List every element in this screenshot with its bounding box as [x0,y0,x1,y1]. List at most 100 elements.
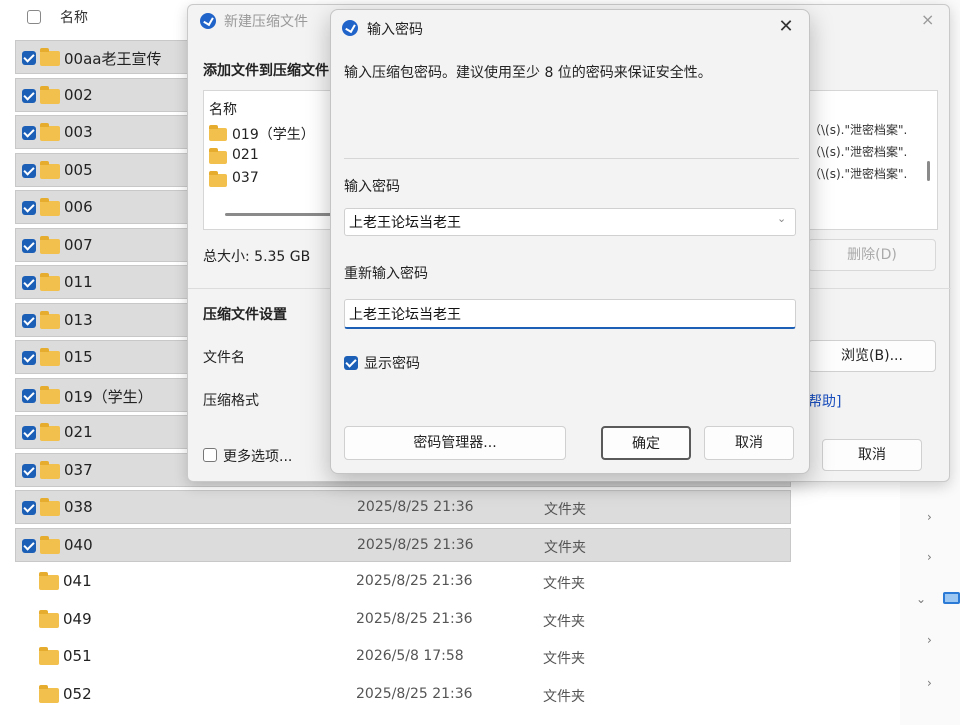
chevron-right-icon[interactable]: › [927,633,932,647]
file-type: 文件夹 [544,502,586,518]
table-row[interactable]: 038 2025/8/25 21:36 文件夹 [15,490,791,524]
row-checkbox[interactable] [22,88,36,103]
row-checkbox[interactable] [22,126,36,140]
table-row[interactable]: 051 2026/5/8 17:58 文件夹 [15,640,791,674]
folder-icon [40,235,60,254]
file-name: 021 [64,423,93,441]
folder-icon [40,48,60,66]
help-link[interactable]: 帮助] [808,391,841,411]
format-label: 压缩格式 [203,393,259,409]
rule-item: （\(s)."泄密档案". [809,167,908,181]
file-type: 文件夹 [543,576,585,592]
show-password-checkbox[interactable] [344,356,358,370]
folder-icon [39,572,59,590]
file-list-box[interactable]: 名称 019（学生） 021 037 [203,90,336,230]
folder-icon [40,498,60,516]
password-label: 输入密码 [344,179,400,195]
file-name: 003 [64,123,93,141]
modified-date: 2025/8/25 21:36 [357,499,474,515]
password-input[interactable] [344,208,796,236]
file-name: 015 [64,348,93,366]
table-row[interactable]: 041 2025/8/25 21:36 文件夹 [15,565,791,599]
modified-date: 2025/8/25 21:36 [356,610,473,627]
folder-icon [209,171,227,187]
ok-button[interactable]: 确定 [601,426,691,460]
file-name: 019（学生） [64,387,153,406]
horizontal-scrollbar[interactable] [225,213,335,216]
rule-item: （\(s)."泄密档案". [809,123,908,137]
chevron-right-icon[interactable]: › [927,550,932,564]
row-checkbox[interactable] [22,163,36,178]
row-checkbox[interactable] [22,238,36,253]
modified-date: 2025/8/25 21:36 [356,685,473,702]
rule-item: （\(s)."泄密档案". [809,145,908,159]
file-name: 00aa老王宣传 [64,50,162,68]
row-checkbox[interactable] [22,501,36,515]
chevron-right-icon[interactable]: › [927,510,932,524]
show-password-label[interactable]: 显示密码 [364,353,420,373]
file-name: 002 [64,85,93,104]
file-name: 052 [63,684,92,703]
computer-icon [943,592,960,604]
name-column-header[interactable]: 名称 [60,7,88,27]
file-name: 011 [64,273,93,291]
folder-icon [40,535,60,554]
row-checkbox[interactable] [22,388,36,403]
folder-icon [40,385,60,404]
table-row[interactable]: 040 2025/8/25 21:36 文件夹 [15,527,791,562]
reenter-password-label: 重新输入密码 [344,266,428,282]
file-name: 041 [63,572,92,590]
row-checkbox[interactable] [22,51,36,65]
file-list-header: 名称 [209,102,237,118]
password-dialog: 输入密码 ✕ 输入压缩包密码。建议使用至少 8 位的密码来保证安全性。 输入密码… [330,9,810,474]
close-icon[interactable]: × [921,10,934,29]
row-checkbox[interactable] [22,426,36,440]
file-name: 038 [64,498,93,516]
exclusion-rules-box[interactable]: （\(s)."泄密档案". （\(s)."泄密档案". （\(s)."泄密档案"… [808,90,938,230]
row-checkbox[interactable] [22,351,36,365]
app-logo-icon [342,20,358,36]
file-name: 051 [63,647,92,665]
folder-icon [40,273,60,291]
file-name: 005 [64,160,93,179]
reenter-password-input[interactable] [344,299,796,329]
row-checkbox[interactable] [22,276,36,290]
file-name: 037 [64,460,93,479]
more-options-label[interactable]: 更多选项... [223,446,292,466]
row-checkbox[interactable] [22,313,36,328]
folder-icon [40,460,60,479]
folder-icon [40,423,60,441]
file-type: 文件夹 [544,539,586,556]
table-row[interactable]: 052 2025/8/25 21:36 文件夹 [15,678,791,712]
chevron-right-icon[interactable]: › [927,676,932,690]
cancel-button[interactable]: 取消 [822,439,922,471]
select-all-checkbox[interactable] [27,10,41,24]
delete-button[interactable]: 删除(D) [808,239,936,271]
chevron-down-icon[interactable]: ⌄ [916,592,926,606]
chevron-down-icon[interactable]: ⌄ [777,212,786,225]
row-checkbox[interactable] [22,463,36,478]
browse-button[interactable]: 浏览(B)... [808,340,936,372]
folder-icon [40,123,60,141]
file-type: 文件夹 [543,613,585,630]
file-name: 049 [63,609,92,628]
password-manager-button[interactable]: 密码管理器... [344,426,566,460]
more-options-checkbox[interactable] [203,448,217,462]
folder-icon [40,198,60,216]
table-row[interactable]: 049 2025/8/25 21:36 文件夹 [15,603,791,637]
row-checkbox[interactable] [22,538,36,553]
app-logo-icon [200,13,216,29]
add-files-label: 添加文件到压缩文件 [203,63,329,79]
vertical-scrollbar[interactable] [927,161,930,181]
modified-date: 2026/5/8 17:58 [356,648,464,664]
close-icon[interactable]: ✕ [771,12,801,42]
divider [344,158,799,159]
file-type: 文件夹 [543,688,585,705]
cancel-button[interactable]: 取消 [704,426,794,460]
dialog-title: 输入密码 [367,22,423,38]
file-name: 040 [64,535,93,554]
total-size: 总大小: 5.35 GB [203,249,311,265]
dialog-title: 新建压缩文件 [224,14,308,30]
folder-icon [209,148,227,164]
row-checkbox[interactable] [22,201,36,215]
